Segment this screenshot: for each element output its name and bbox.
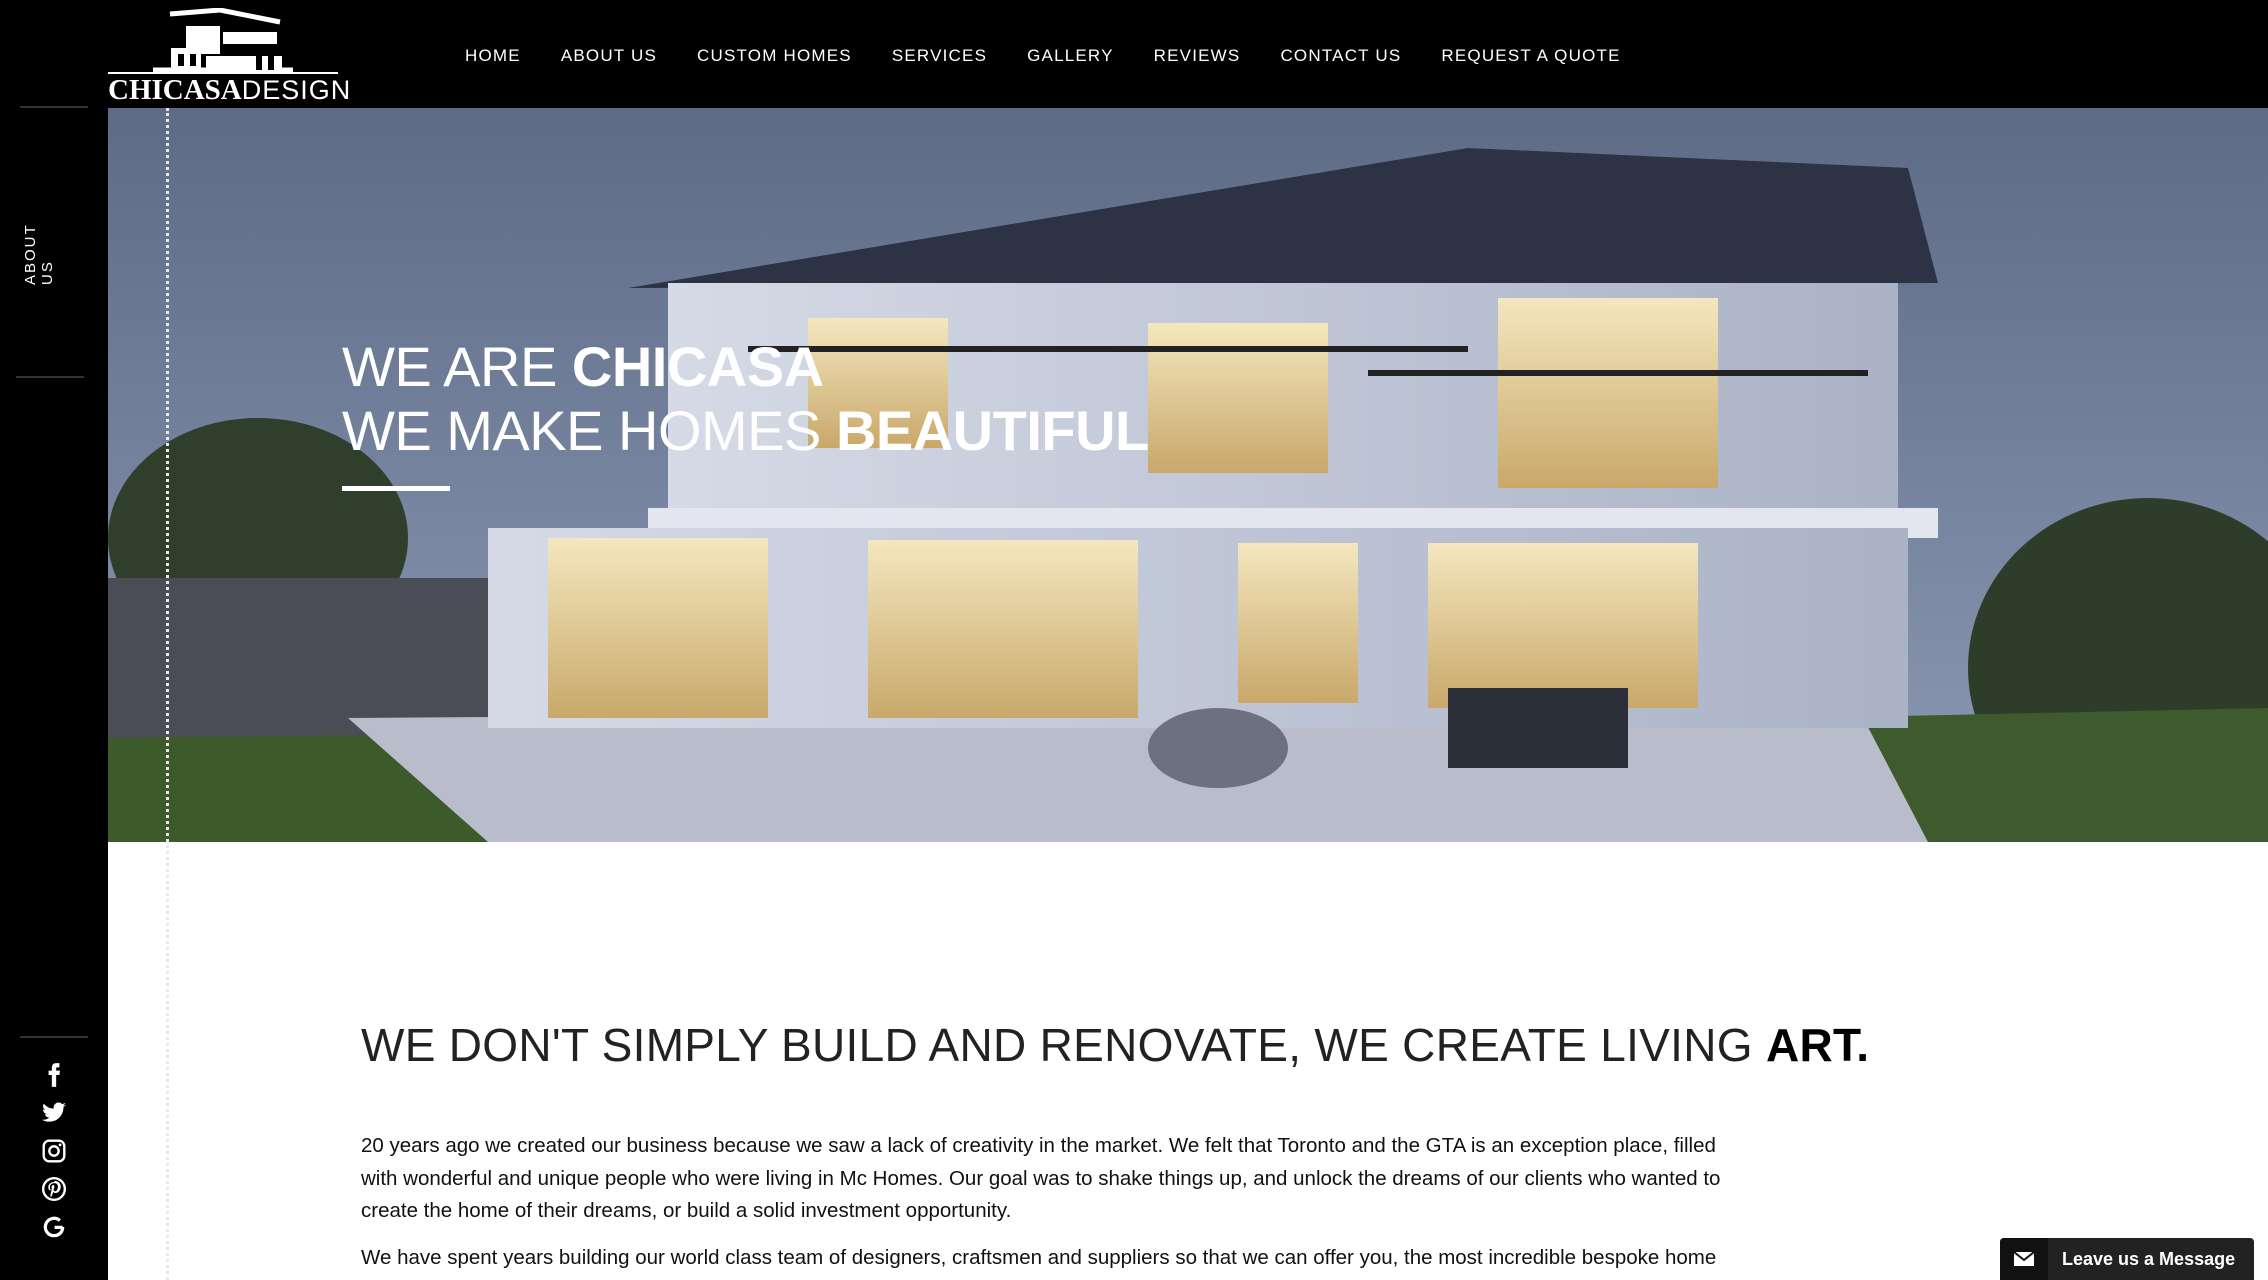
hero-line2-light: WE MAKE HOMES — [342, 399, 836, 462]
tagline-light-text: WE DON'T SIMPLY BUILD AND RENOVATE, WE C… — [361, 1019, 1766, 1071]
nav-request-a-quote[interactable]: REQUEST A QUOTE — [1441, 46, 1620, 66]
twitter-icon[interactable] — [40, 1100, 68, 1128]
intro-paragraph-2: We have spent years building our world c… — [361, 1246, 1717, 1269]
intro-paragraph-1: 20 years ago we created our business bec… — [361, 1134, 1721, 1222]
main-navigation: HOME ABOUT US CUSTOM HOMES SERVICES GALL… — [465, 46, 1661, 66]
sidebar-divider — [20, 1036, 88, 1038]
chat-label: Leave us a Message — [2062, 1248, 2236, 1269]
nav-gallery[interactable]: GALLERY — [1027, 46, 1114, 66]
hero-banner — [108, 108, 2268, 842]
nav-home[interactable]: HOME — [465, 46, 521, 66]
instagram-icon[interactable] — [40, 1138, 68, 1166]
nav-about-us[interactable]: ABOUT US — [561, 46, 657, 66]
house-logo-icon — [153, 7, 293, 73]
hero-underline-accent — [342, 486, 450, 491]
facebook-icon[interactable] — [40, 1062, 68, 1090]
nav-contact-us[interactable]: CONTACT US — [1280, 46, 1401, 66]
hero-line1-bold: CHICASA — [571, 335, 824, 398]
sidebar-about-us-link[interactable]: ABOUT US — [22, 199, 56, 285]
nav-reviews[interactable]: REVIEWS — [1154, 46, 1241, 66]
tagline-bold-text: ART. — [1765, 1019, 1870, 1071]
logo-bold-text: CHICASA — [108, 74, 242, 106]
pinterest-icon[interactable] — [40, 1176, 68, 1204]
logo-rule — [108, 72, 338, 74]
hero-line1-light: WE ARE — [342, 335, 572, 398]
logo-light-text: DESIGN — [241, 75, 352, 105]
nav-custom-homes[interactable]: CUSTOM HOMES — [697, 46, 852, 66]
sidebar-divider — [16, 376, 84, 378]
dotted-guide-line — [166, 108, 169, 1280]
logo-wordmark: CHICASADESIGN — [108, 74, 350, 107]
sidebar-divider — [20, 106, 88, 108]
nav-services[interactable]: SERVICES — [892, 46, 987, 66]
chicasa-design-logo[interactable]: CHICASADESIGN — [108, 7, 350, 106]
leave-message-chat-button[interactable]: Leave us a Message — [2000, 1238, 2254, 1280]
hero-line2-bold: BEAUTIFUL — [835, 399, 1149, 462]
google-icon[interactable] — [40, 1214, 68, 1242]
envelope-icon — [2000, 1238, 2048, 1280]
left-sidebar: ABOUT US — [0, 0, 108, 1280]
intro-tagline: WE DON'T SIMPLY BUILD AND RENOVATE, WE C… — [361, 1018, 1869, 1072]
hero-house-illustration — [108, 108, 2268, 842]
hero-headline: WE ARE CHICASA WE MAKE HOMES BEAUTIFUL — [342, 335, 1149, 463]
